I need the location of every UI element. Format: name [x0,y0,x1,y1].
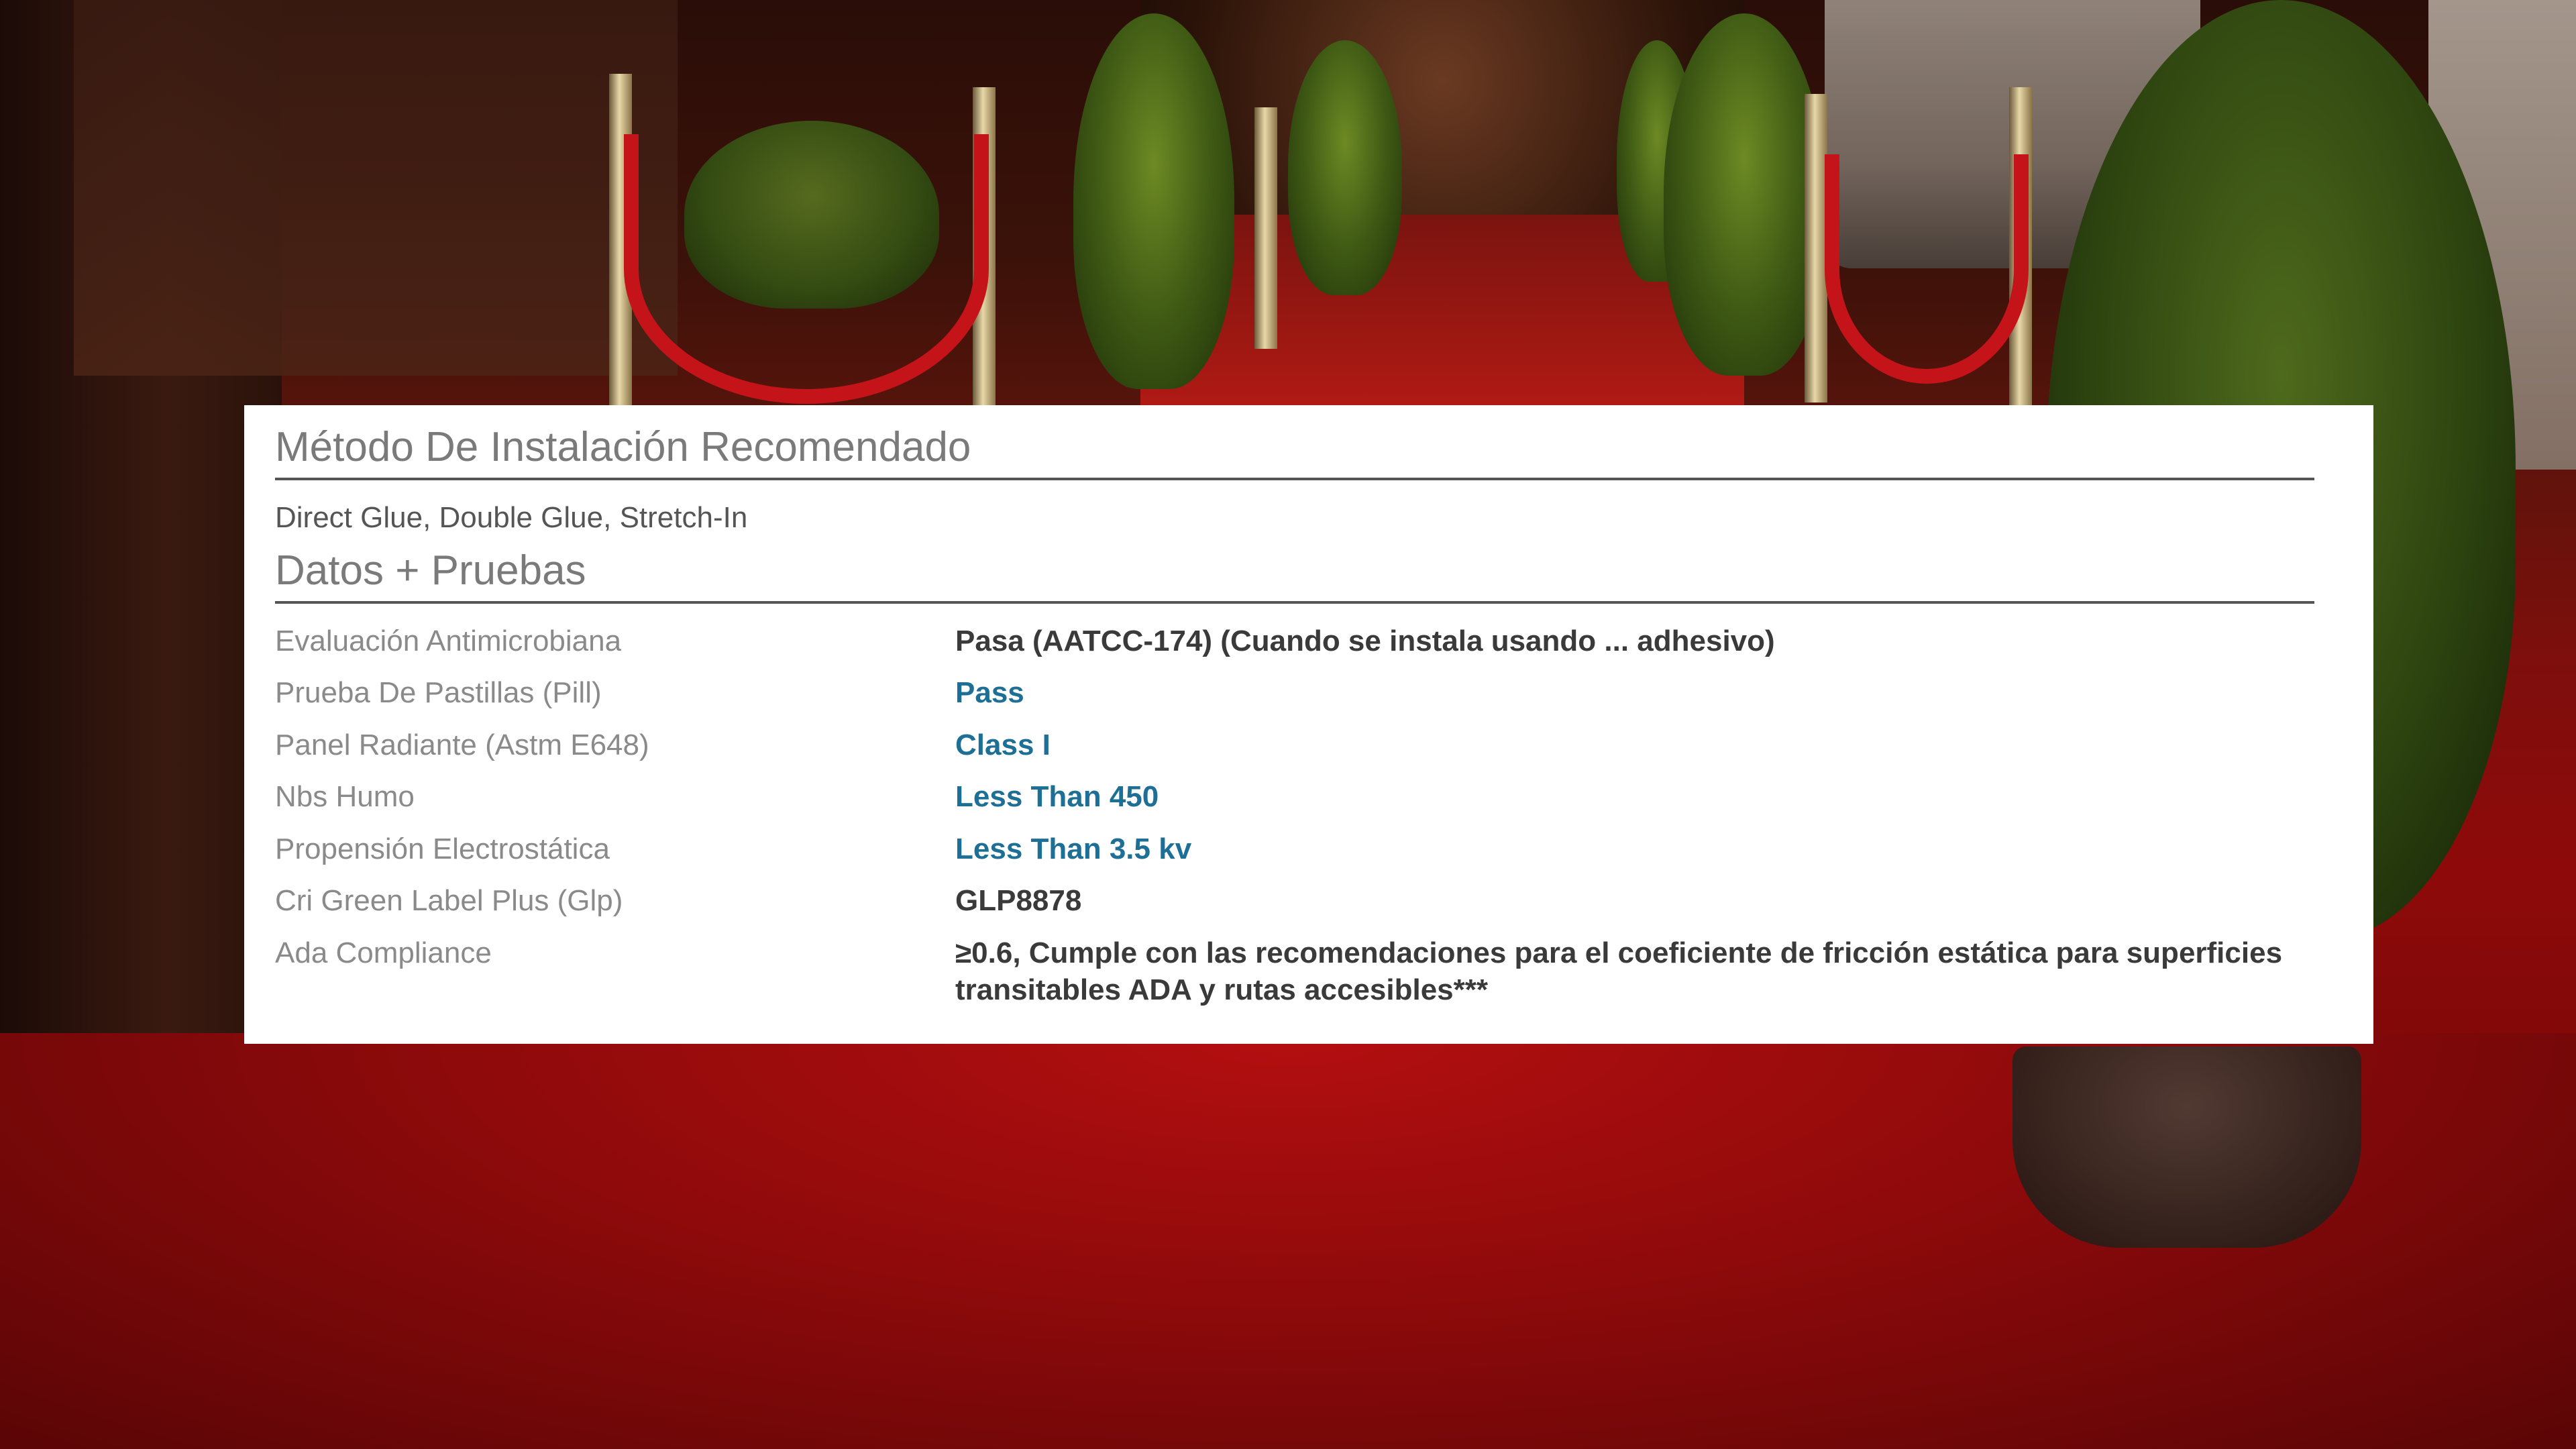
spec-value-link[interactable]: Less Than 450 [955,778,2314,815]
specs-table: Evaluación Antimicrobiana Pasa (AATCC-17… [275,623,2314,1009]
bg-tree [1664,13,1825,376]
bg-tree [1288,40,1402,295]
spec-value-link[interactable]: Class I [955,727,2314,763]
install-method-heading: Método De Instalación Recomendado [275,405,2314,480]
product-specs-panel: Método De Instalación Recomendado Direct… [244,405,2373,1044]
data-tests-heading: Datos + Pruebas [275,550,2314,604]
spec-label: Evaluación Antimicrobiana [275,625,622,657]
spec-row-antimicrobial: Evaluación Antimicrobiana Pasa (AATCC-17… [275,623,2314,659]
spec-row-ada-compliance: Ada Compliance ≥0.6, Cumple con las reco… [275,934,2314,1009]
spec-label: Propensión Electrostática [275,832,610,865]
spec-label: Nbs Humo [275,780,415,814]
spec-label: Cri Green Label Plus (Glp) [275,884,623,918]
spec-row-green-label: Cri Green Label Plus (Glp) GLP8878 [275,882,2314,919]
spec-value-link[interactable]: Less Than 3.5 kv [955,830,2314,867]
spec-value: ≥0.6, Cumple con las recomendaciones par… [955,936,2283,1007]
bg-planter-pot [2012,1046,2361,1248]
spec-label: Ada Compliance [275,936,492,969]
bg-stanchion-post [1805,94,1827,402]
spec-value: GLP8878 [955,884,1082,918]
spec-label: Prueba De Pastillas (Pill) [275,676,602,710]
spec-row-electrostatic: Propensión Electrostática Less Than 3.5 … [275,830,2314,867]
spec-row-radiant-panel: Panel Radiante (Astm E648) Class I [275,727,2314,763]
bg-wall-planter [74,0,678,376]
bg-tree [1073,13,1234,389]
spec-row-nbs-smoke: Nbs Humo Less Than 450 [275,778,2314,815]
spec-label: Panel Radiante (Astm E648) [275,728,649,761]
spec-row-pill-test: Prueba De Pastillas (Pill) Pass [275,674,2314,711]
spec-value-link[interactable]: Pass [955,674,2314,711]
spec-value: Pasa (AATCC-174) (Cuando se instala usan… [955,625,1775,657]
bg-velvet-rope [1825,154,2029,384]
bg-stanchion-post [1254,107,1277,349]
install-method-value: Direct Glue, Double Glue, Stretch-In [275,501,748,534]
bg-velvet-rope [624,134,989,404]
